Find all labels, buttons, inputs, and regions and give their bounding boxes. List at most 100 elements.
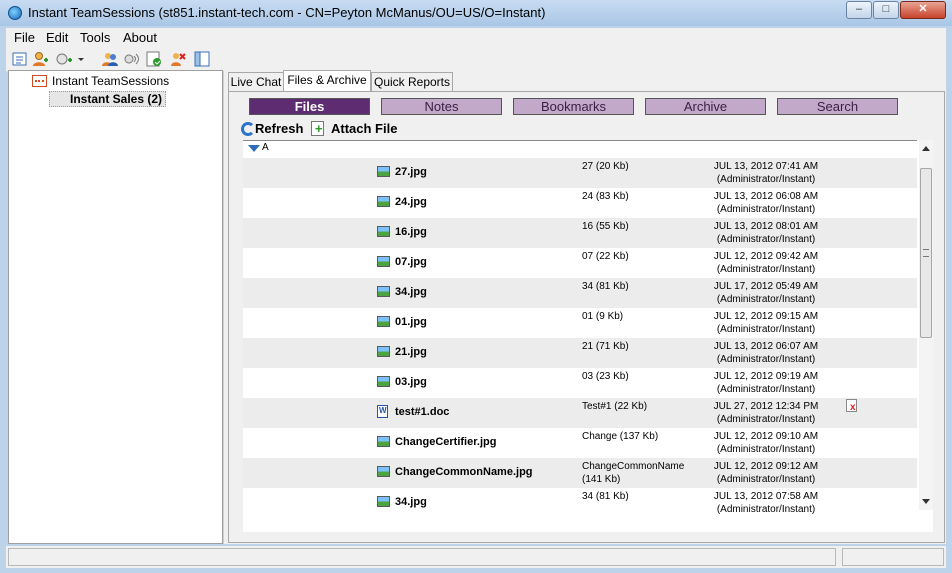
file-date-block: JUL 13, 2012 06:08 AM (Administrator/Inst… (710, 190, 822, 216)
close-button[interactable]: ✕ (900, 1, 946, 19)
file-date-block: JUL 12, 2012 09:10 AM (Administrator/Inst… (710, 430, 822, 456)
file-name[interactable]: 03.jpg (395, 376, 427, 388)
broadcast-icon[interactable] (124, 51, 140, 67)
subtab-notes[interactable]: Notes (381, 98, 502, 115)
file-date: JUL 13, 2012 06:07 AM (713, 341, 819, 352)
refresh-button[interactable]: Refresh (255, 121, 303, 136)
scroll-thumb[interactable] (920, 168, 932, 338)
image-file-icon (377, 376, 390, 387)
users-icon[interactable] (102, 51, 118, 67)
scroll-up-icon[interactable] (922, 146, 930, 151)
file-date-block: JUL 13, 2012 06:07 AM (Administrator/Inst… (710, 340, 822, 366)
file-name[interactable]: ChangeCommonName.jpg (395, 466, 533, 478)
status-panel-main (8, 548, 836, 566)
file-size: ChangeCommonName (141 Kb) (582, 461, 685, 485)
file-date: JUL 27, 2012 12:34 PM (713, 401, 819, 412)
file-row[interactable]: 27.jpg 27 (20 Kb) JUL 13, 2012 07:41 AM (Ad… (243, 158, 917, 188)
file-name[interactable]: 34.jpg (395, 286, 427, 298)
file-size: Change (137 Kb) (582, 431, 659, 442)
file-date: JUL 17, 2012 05:49 AM (713, 281, 819, 292)
tree-node-instant-sales[interactable]: Instant Sales (2) (49, 91, 167, 107)
file-size: 27 (20 Kb) (582, 161, 629, 172)
file-uploader: (Administrator/Instant) (716, 264, 816, 275)
file-uploader: (Administrator/Instant) (716, 414, 816, 425)
group-header[interactable]: A (243, 140, 917, 158)
menu-edit[interactable]: Edit (46, 30, 68, 45)
file-name[interactable]: 34.jpg (395, 496, 427, 508)
dropdown-arrow-icon[interactable] (76, 51, 86, 67)
file-size: 01 (9 Kb) (582, 311, 624, 322)
group-label: A (262, 142, 269, 153)
add-group-icon[interactable] (56, 51, 72, 67)
scroll-down-icon[interactable] (922, 499, 930, 504)
file-size: Test#1 (22 Kb) (582, 401, 648, 412)
image-file-icon (377, 286, 390, 297)
file-row[interactable]: 24.jpg 24 (83 Kb) JUL 13, 2012 06:08 AM (Ad… (243, 188, 917, 218)
file-row[interactable]: 03.jpg 03 (23 Kb) JUL 12, 2012 09:19 AM (Ad… (243, 368, 917, 398)
subtab-bookmarks[interactable]: Bookmarks (513, 98, 634, 115)
image-file-icon (377, 196, 390, 207)
remove-icon[interactable] (170, 51, 186, 67)
file-name[interactable]: 21.jpg (395, 346, 427, 358)
toolbar (6, 47, 946, 72)
delete-file-icon[interactable] (846, 399, 857, 413)
file-uploader: (Administrator/Instant) (716, 294, 816, 305)
vertical-scrollbar[interactable] (919, 140, 933, 510)
checklist-icon[interactable] (146, 51, 162, 67)
file-name[interactable]: 07.jpg (395, 256, 427, 268)
file-name[interactable]: 16.jpg (395, 226, 427, 238)
file-size: 21 (71 Kb) (582, 341, 629, 352)
file-list: A 27.jpg 27 (20 Kb) JUL 13, 2012 07:41 AM (… (243, 140, 933, 532)
menu-tools[interactable]: Tools (80, 30, 110, 45)
team-icon (32, 75, 47, 87)
file-name[interactable]: 27.jpg (395, 166, 427, 178)
file-date-block: JUL 12, 2012 09:12 AM (Administrator/Inst… (710, 460, 822, 486)
subtab-archive[interactable]: Archive (645, 98, 766, 115)
file-date-block: JUL 27, 2012 12:34 PM (Administrator/Inst… (710, 400, 822, 426)
image-file-icon (377, 226, 390, 237)
file-size: 34 (81 Kb) (582, 281, 629, 292)
attach-file-button[interactable]: Attach File (331, 121, 397, 136)
subtab-search[interactable]: Search (777, 98, 898, 115)
file-row[interactable]: ChangeCertifier.jpg Change (137 Kb) JUL 12… (243, 428, 917, 458)
file-row[interactable]: 01.jpg 01 (9 Kb) JUL 12, 2012 09:15 AM (Adm… (243, 308, 917, 338)
file-uploader: (Administrator/Instant) (716, 354, 816, 365)
maximize-button[interactable]: □ (873, 1, 899, 19)
file-date-block: JUL 12, 2012 09:19 AM (Administrator/Inst… (710, 370, 822, 396)
file-row[interactable]: 34.jpg 34 (81 Kb) JUL 17, 2012 05:49 AM (Ad… (243, 278, 917, 308)
menu-about[interactable]: About (123, 30, 157, 45)
word-doc-icon (377, 405, 388, 418)
file-row[interactable]: 07.jpg 07 (22 Kb) JUL 12, 2012 09:42 AM (Ad… (243, 248, 917, 278)
file-date: JUL 12, 2012 09:19 AM (713, 371, 819, 382)
file-date-block: JUL 13, 2012 08:01 AM (Administrator/Inst… (710, 220, 822, 246)
tab-live-chat[interactable]: Live Chat (228, 72, 284, 91)
tab-quick-reports[interactable]: Quick Reports (371, 72, 453, 91)
tab-files-archive[interactable]: Files & Archive (283, 70, 371, 92)
file-name[interactable]: test#1.doc (395, 406, 449, 418)
file-uploader: (Administrator/Instant) (716, 174, 816, 185)
file-row[interactable]: 16.jpg 16 (55 Kb) JUL 13, 2012 08:01 AM (Ad… (243, 218, 917, 248)
refresh-icon[interactable] (241, 122, 255, 136)
file-row[interactable]: ChangeCommonName.jpg ChangeCommonName (14… (243, 458, 917, 488)
menu-file[interactable]: File (14, 30, 35, 45)
file-row[interactable]: 21.jpg 21 (71 Kb) JUL 13, 2012 06:07 AM (Ad… (243, 338, 917, 368)
file-row[interactable]: 34.jpg 34 (81 Kb) JUL 13, 2012 07:58 AM (Ad… (243, 488, 917, 518)
file-date: JUL 13, 2012 07:41 AM (713, 161, 819, 172)
panel-icon[interactable] (194, 51, 210, 67)
file-name[interactable]: ChangeCertifier.jpg (395, 436, 496, 448)
minimize-button[interactable]: – (846, 1, 872, 19)
file-name[interactable]: 01.jpg (395, 316, 427, 328)
title-bar: Instant TeamSessions (st851.instant-tech… (0, 0, 952, 26)
file-size: 24 (83 Kb) (582, 191, 629, 202)
add-user-icon[interactable] (32, 51, 48, 67)
attach-icon[interactable] (311, 121, 324, 136)
tree-node-root[interactable]: Instant TeamSessions (52, 74, 169, 88)
file-row[interactable]: test#1.doc Test#1 (22 Kb) JUL 27, 2012 12:… (243, 398, 917, 428)
subtab-files[interactable]: Files (249, 98, 370, 115)
collapse-triangle-icon[interactable] (248, 145, 260, 152)
file-name[interactable]: 24.jpg (395, 196, 427, 208)
main-pane: Live Chat Files & Archive Quick Reports … (224, 70, 946, 544)
settings-icon[interactable] (12, 51, 28, 67)
file-uploader: (Administrator/Instant) (716, 504, 816, 515)
file-date-block: JUL 17, 2012 05:49 AM (Administrator/Inst… (710, 280, 822, 306)
